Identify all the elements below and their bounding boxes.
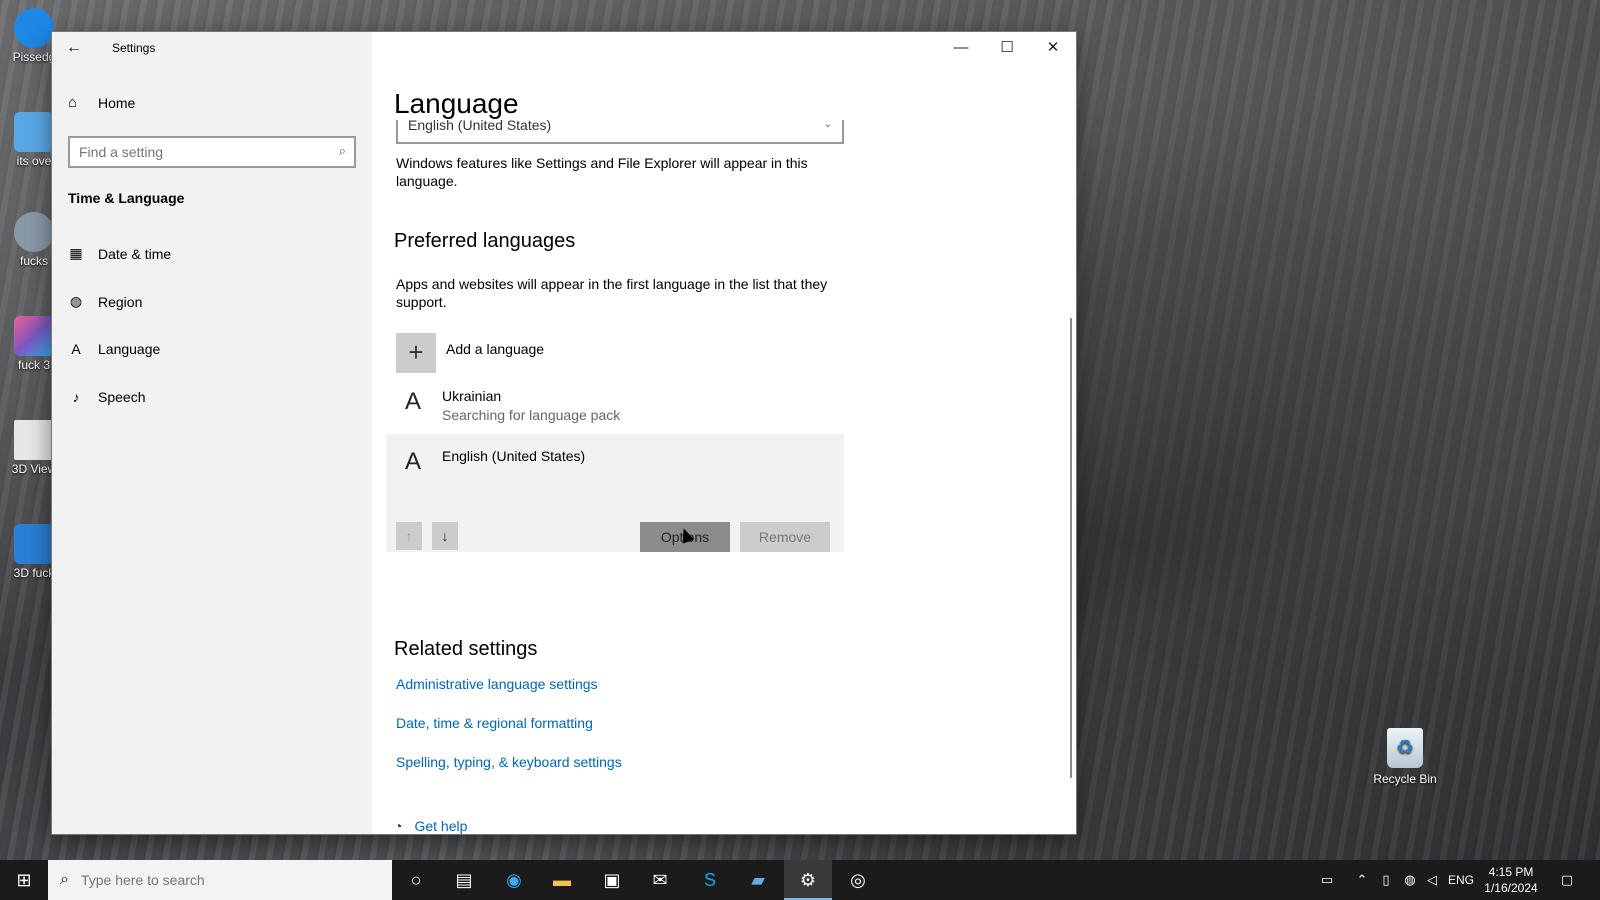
get-help-label: Get help — [414, 818, 468, 834]
language-item-english[interactable]: A English (United States) — [396, 448, 844, 476]
sidebar: ⌂ Home ⌕ Time & Language ▦ Date & time ◍… — [52, 32, 372, 834]
settings-taskbar-icon[interactable]: ⚙ — [784, 860, 832, 900]
task-view-icon[interactable]: ▤ — [440, 860, 488, 900]
calendar-clock-icon: ▦ — [69, 245, 83, 261]
back-button[interactable]: ← — [64, 38, 84, 58]
network-icon[interactable]: ◍ — [1400, 860, 1420, 900]
desktop-icon-label: Recycle Bin — [1373, 772, 1437, 786]
language-name: English (United States) — [442, 448, 586, 464]
taskbar: ⊞ ⌕ ○ ▤ ◉ ▬ ▣ ✉ S ▰ ⚙ ◎ ▭ ⌃ ▯ ◍ ◁ ENG 4:… — [0, 860, 1600, 900]
sidebar-item-label: Date & time — [98, 245, 172, 262]
display-language-value: English (United States) — [408, 120, 552, 133]
home-icon: ⌂ — [68, 94, 78, 111]
link-administrative-language[interactable]: Administrative language settings — [396, 676, 598, 692]
section-title: Time & Language — [68, 190, 185, 206]
cube-icon — [14, 524, 54, 564]
volume-muted-icon[interactable]: ◁ — [1422, 860, 1442, 900]
sidebar-item-speech[interactable]: ♪ Speech — [68, 389, 146, 405]
clock-date: 1/16/2024 — [1484, 881, 1538, 895]
taskbar-search[interactable]: ⌕ — [48, 860, 392, 900]
search-input[interactable] — [70, 138, 354, 166]
nav-home-label: Home — [98, 94, 136, 111]
help-chat-icon: ◔ — [394, 818, 403, 834]
skype-icon[interactable]: S — [686, 860, 734, 900]
mail-icon[interactable]: ✉ — [636, 860, 684, 900]
get-help-link[interactable]: ◔ Get help — [394, 818, 467, 834]
add-language-button[interactable]: + Add a language — [396, 333, 544, 373]
language-name: Ukrainian — [442, 388, 502, 404]
media-player-icon[interactable]: ◎ — [834, 860, 882, 900]
link-spelling-typing-keyboard[interactable]: Spelling, typing, & keyboard settings — [396, 754, 622, 770]
sidebar-item-date-time[interactable]: ▦ Date & time — [68, 245, 171, 262]
window-title: Settings — [112, 41, 156, 55]
language-icon: A — [404, 388, 421, 415]
language-icon: A — [404, 448, 421, 475]
search-icon[interactable]: ⌕ — [339, 143, 346, 159]
clock-time: 4:15 PM — [1488, 865, 1534, 879]
sidebar-item-label: Speech — [98, 389, 146, 405]
chevron-down-icon: ⌄ — [823, 120, 832, 130]
cortana-icon[interactable]: ○ — [392, 860, 440, 900]
clock[interactable]: 4:15 PM 1/16/2024 — [1476, 864, 1546, 896]
settings-window: ⌂ Home ⌕ Time & Language ▦ Date & time ◍… — [52, 32, 1076, 834]
edge-icon — [14, 8, 54, 48]
scrollbar[interactable] — [1070, 318, 1072, 778]
input-language-indicator[interactable]: ENG — [1446, 860, 1476, 900]
sidebar-item-label: Language — [98, 341, 161, 357]
plus-icon: + — [396, 333, 436, 373]
sidebar-item-language[interactable]: A Language — [68, 341, 160, 357]
recycle-bin-icon: ♻ — [1387, 728, 1423, 768]
globe-icon: ◍ — [69, 293, 83, 309]
sidebar-item-region[interactable]: ◍ Region — [68, 293, 142, 310]
search-icon: ⌕ — [60, 871, 69, 888]
chevron-up-icon[interactable]: ⌃ — [1352, 860, 1372, 900]
sidebar-item-label: Region — [98, 293, 143, 310]
language-status: Searching for language pack — [442, 407, 621, 423]
remove-button[interactable]: Remove — [740, 522, 830, 552]
paint-3d-icon — [14, 316, 54, 356]
link-date-time-formatting[interactable]: Date, time & regional formatting — [396, 715, 593, 731]
preferred-languages-heading: Preferred languages — [394, 230, 576, 252]
nav-home[interactable]: ⌂ Home — [68, 94, 135, 111]
preferred-languages-description: Apps and websites will appear in the fir… — [396, 276, 828, 310]
display-language-description: Windows features like Settings and File … — [396, 155, 808, 189]
edge-icon[interactable]: ◉ — [490, 860, 538, 900]
taskbar-search-input[interactable] — [80, 872, 361, 888]
windows-display-language-select[interactable]: English (United States) ⌄ — [396, 120, 844, 144]
terminal-icon[interactable]: ▰ — [734, 860, 782, 900]
gear-icon — [14, 212, 54, 252]
move-down-button[interactable]: ↓ — [432, 522, 458, 550]
keyboard-icon[interactable]: ▭ — [1312, 860, 1342, 900]
language-icon: A — [71, 341, 81, 357]
move-up-button[interactable]: ↑ — [396, 522, 422, 550]
add-language-label: Add a language — [446, 341, 545, 357]
page-title: Language — [394, 88, 519, 119]
start-button[interactable]: ⊞ — [0, 860, 48, 900]
document-icon — [14, 420, 54, 460]
desktop-icon-recycle-bin[interactable]: ♻ Recycle Bin — [1370, 728, 1440, 786]
file-explorer-icon[interactable]: ▬ — [538, 860, 586, 900]
battery-icon[interactable]: ▯ — [1376, 860, 1396, 900]
language-item-ukrainian[interactable]: A Ukrainian Searching for language pack — [396, 388, 844, 423]
notifications-icon[interactable]: ▢ — [1552, 860, 1582, 900]
microphone-icon: ♪ — [72, 389, 80, 405]
store-icon[interactable]: ▣ — [588, 860, 636, 900]
shortcut-icon — [14, 112, 54, 152]
related-settings-heading: Related settings — [394, 638, 538, 660]
settings-search[interactable]: ⌕ — [68, 136, 356, 168]
main-content: Language English (United States) ⌄ Windo… — [372, 32, 1076, 834]
